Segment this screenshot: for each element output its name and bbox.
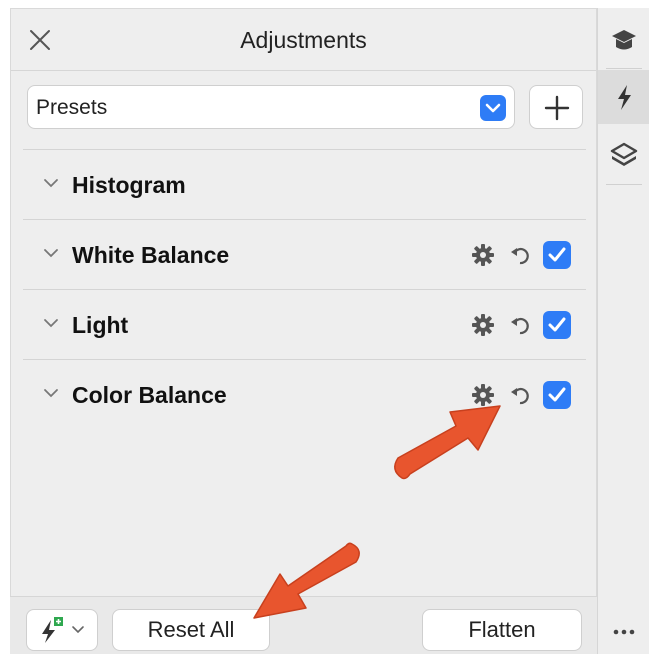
- chevron-down-icon[interactable]: [43, 247, 59, 259]
- panel-header: Adjustments: [11, 9, 596, 71]
- gear-icon[interactable]: [470, 312, 496, 338]
- annotation-arrow: [394, 405, 501, 480]
- checkmark-icon: [548, 317, 566, 332]
- divider: [606, 184, 642, 185]
- chevron-down-icon[interactable]: [43, 387, 59, 399]
- lightning-icon: [618, 85, 631, 110]
- add-preset-button[interactable]: [529, 85, 583, 129]
- section-histogram[interactable]: Histogram: [23, 149, 586, 219]
- gear-icon[interactable]: [470, 242, 496, 268]
- undo-icon[interactable]: [508, 243, 532, 267]
- section-white-balance[interactable]: White Balance: [23, 219, 586, 289]
- chevron-down-icon[interactable]: [43, 177, 59, 189]
- presets-row: Presets: [27, 85, 587, 131]
- divider: [606, 68, 642, 69]
- side-btn-adjustments[interactable]: [598, 70, 649, 124]
- adjustment-sections: Histogram White Balance Light Color Bala…: [23, 149, 586, 429]
- checkmark-icon: [548, 387, 566, 402]
- auto-adjust-button[interactable]: [26, 609, 98, 651]
- chevron-down-icon[interactable]: [43, 317, 59, 329]
- presets-dropdown[interactable]: Presets: [27, 85, 515, 129]
- section-title: Light: [72, 312, 129, 338]
- plus-icon: [544, 95, 570, 121]
- section-title: White Balance: [72, 242, 230, 268]
- flatten-button[interactable]: Flatten: [422, 609, 582, 651]
- side-btn-education[interactable]: [598, 14, 649, 68]
- side-strip: [597, 8, 649, 654]
- panel-title: Adjustments: [240, 27, 367, 53]
- side-btn-layers[interactable]: [598, 128, 649, 182]
- annotation-arrow: [253, 542, 360, 619]
- undo-icon[interactable]: [508, 383, 532, 407]
- undo-icon[interactable]: [508, 313, 532, 337]
- section-title: Histogram: [72, 172, 186, 198]
- enable-checkbox[interactable]: [543, 241, 571, 269]
- side-btn-more[interactable]: [598, 608, 649, 652]
- section-title: Color Balance: [72, 382, 227, 408]
- graduation-cap-icon: [612, 30, 636, 50]
- layers-icon: [610, 142, 638, 166]
- chevron-down-icon: [480, 95, 506, 121]
- section-light[interactable]: Light: [23, 289, 586, 359]
- section-tools: [470, 310, 580, 340]
- section-tools: [470, 240, 580, 270]
- auto-adjust-icon: [42, 617, 84, 643]
- presets-label: Presets: [36, 96, 108, 119]
- enable-checkbox[interactable]: [543, 311, 571, 339]
- more-icon: [613, 629, 635, 635]
- enable-checkbox[interactable]: [543, 381, 571, 409]
- checkmark-icon: [548, 247, 566, 262]
